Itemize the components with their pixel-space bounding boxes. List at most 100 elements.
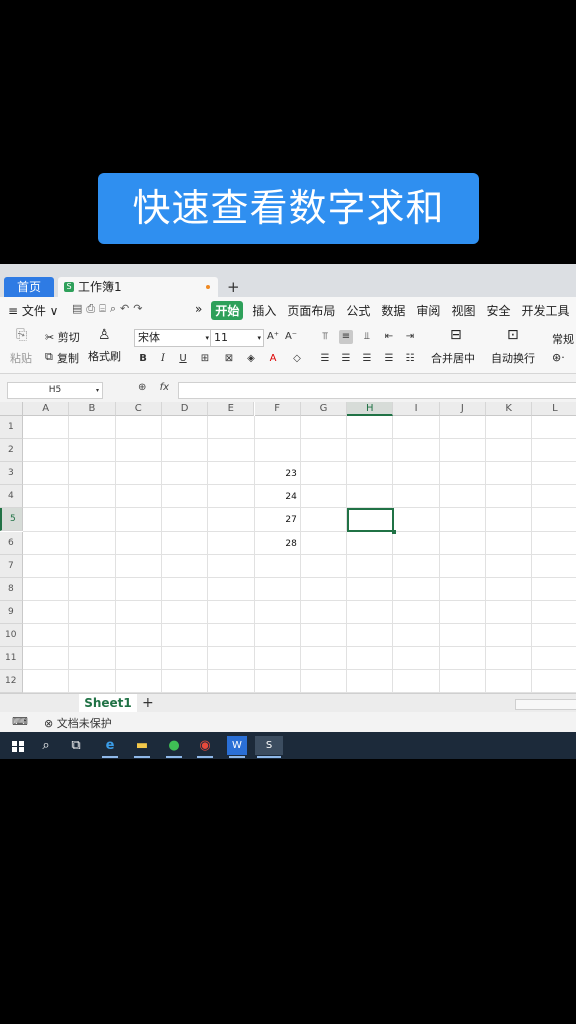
tab-data[interactable]: 数据 bbox=[379, 301, 407, 320]
cell-f4[interactable]: 24 bbox=[257, 492, 296, 502]
column-header-d[interactable]: D bbox=[161, 402, 209, 416]
column-header-j[interactable]: J bbox=[439, 402, 486, 416]
paste-icon[interactable]: ⎘ bbox=[16, 327, 27, 343]
border-icon[interactable]: ⊞ bbox=[198, 352, 212, 366]
currency-icon[interactable]: ⊛· bbox=[552, 351, 565, 364]
cell-f5[interactable]: 27 bbox=[257, 515, 296, 525]
spreadsheet-grid[interactable]: A B C D E F G H I J K L 1 2 3 4 5 6 7 8 9 10 11 12 23 24 27 28 bbox=[0, 402, 576, 694]
add-sheet-button[interactable]: + bbox=[142, 694, 154, 712]
protect-status[interactable]: ⊗ 文档未保护 bbox=[44, 715, 112, 731]
new-tab-button[interactable]: + bbox=[227, 277, 240, 297]
column-header-e[interactable]: E bbox=[208, 402, 255, 416]
align-top-icon[interactable]: ⫪ bbox=[318, 330, 332, 344]
font-name-select[interactable]: 宋体 ▾ bbox=[134, 329, 212, 347]
wrap-icon[interactable]: ⊡ bbox=[507, 327, 519, 343]
column-header-c[interactable]: C bbox=[115, 402, 162, 416]
wps-spreadsheet-icon[interactable]: S bbox=[255, 736, 283, 758]
more-menu-icon[interactable]: » bbox=[193, 301, 204, 320]
increase-font-icon[interactable]: A⁺ bbox=[266, 330, 280, 344]
edge-browser-icon[interactable]: e bbox=[100, 736, 120, 758]
fill-color-icon[interactable]: ⊠ bbox=[222, 352, 236, 366]
row-header-9[interactable]: 9 bbox=[0, 600, 23, 624]
wps-writer-icon[interactable]: W bbox=[227, 736, 247, 758]
row-header-1[interactable]: 1 bbox=[0, 416, 23, 440]
formula-input[interactable] bbox=[178, 382, 576, 399]
column-header-f[interactable]: F bbox=[254, 402, 301, 416]
cut-button[interactable]: ✂ 剪切 bbox=[45, 329, 80, 345]
row-header-8[interactable]: 8 bbox=[0, 577, 23, 601]
column-header-i[interactable]: I bbox=[393, 402, 440, 416]
bold-button[interactable]: B bbox=[136, 352, 150, 366]
italic-button[interactable]: I bbox=[156, 352, 170, 366]
indent-increase-icon[interactable]: ⇥ bbox=[403, 330, 417, 344]
wechat-icon[interactable]: ● bbox=[164, 736, 184, 758]
row-header-12[interactable]: 12 bbox=[0, 670, 23, 694]
column-header-a[interactable]: A bbox=[23, 402, 70, 416]
column-header-b[interactable]: B bbox=[69, 402, 116, 416]
align-center-icon[interactable]: ☰ bbox=[339, 352, 353, 366]
save-icon[interactable]: ▤ bbox=[72, 302, 86, 315]
font-color-icon[interactable]: A bbox=[266, 352, 280, 366]
redo-icon[interactable]: ↷ bbox=[133, 302, 146, 315]
column-header-g[interactable]: G bbox=[300, 402, 348, 416]
tab-home[interactable]: 首页 bbox=[4, 277, 54, 297]
format-painter-button[interactable]: 格式刷 bbox=[88, 348, 121, 364]
distributed-icon[interactable]: ☷ bbox=[403, 352, 417, 366]
tab-view[interactable]: 视图 bbox=[449, 301, 477, 320]
decrease-font-icon[interactable]: A⁻ bbox=[284, 330, 298, 344]
tab-page-layout[interactable]: 页面布局 bbox=[285, 301, 337, 320]
column-header-l[interactable]: L bbox=[532, 402, 576, 416]
search-icon[interactable]: ⌕ bbox=[36, 736, 56, 755]
tab-insert[interactable]: 插入 bbox=[250, 301, 278, 320]
row-header-3[interactable]: 3 bbox=[0, 462, 23, 486]
print-icon[interactable]: ⌸ bbox=[99, 302, 110, 315]
row-header-2[interactable]: 2 bbox=[0, 439, 23, 463]
align-bottom-icon[interactable]: ⫫ bbox=[360, 330, 374, 344]
selected-cell-outline[interactable] bbox=[347, 508, 397, 535]
row-header-10[interactable]: 10 bbox=[0, 623, 23, 647]
row-header-11[interactable]: 11 bbox=[0, 647, 23, 671]
wrap-text-button[interactable]: 自动换行 bbox=[491, 350, 535, 366]
row-header-5[interactable]: 5 bbox=[0, 508, 23, 532]
export-icon[interactable]: ⎙ bbox=[86, 302, 99, 315]
undo-icon[interactable]: ↶ bbox=[120, 302, 133, 315]
tab-formula[interactable]: 公式 bbox=[344, 301, 372, 320]
task-view-icon[interactable]: ⧉ bbox=[66, 736, 86, 755]
row-header-7[interactable]: 7 bbox=[0, 554, 23, 578]
underline-button[interactable]: U bbox=[176, 352, 190, 366]
clear-format-icon[interactable]: ◇ bbox=[290, 352, 304, 366]
font-size-select[interactable]: 11 ▾ bbox=[210, 329, 264, 347]
copy-icon[interactable]: ⧉ bbox=[45, 350, 53, 364]
cell-f6[interactable]: 28 bbox=[257, 539, 296, 549]
number-format-select[interactable]: 常规 bbox=[552, 331, 574, 347]
name-box[interactable]: H5 ▾ bbox=[7, 382, 103, 399]
align-right-icon[interactable]: ☰ bbox=[360, 352, 374, 366]
highlight-icon[interactable]: ◈ bbox=[244, 352, 258, 366]
column-header-h[interactable]: H bbox=[347, 402, 394, 416]
sheet-tab-sheet1[interactable]: Sheet1 bbox=[79, 694, 137, 713]
tab-developer[interactable]: 开发工具 bbox=[519, 301, 571, 320]
merge-center-button[interactable]: 合并居中 bbox=[431, 350, 475, 366]
fx-icon[interactable]: fx bbox=[160, 382, 169, 393]
zoom-icon[interactable]: ⊕ bbox=[138, 382, 146, 393]
cell-f3[interactable]: 23 bbox=[257, 469, 296, 479]
tab-workbook[interactable]: S 工作簿1 bbox=[58, 277, 218, 297]
column-header-k[interactable]: K bbox=[486, 402, 533, 416]
chrome-icon[interactable]: ◉ bbox=[195, 736, 215, 758]
tab-start[interactable]: 开始 bbox=[211, 301, 244, 320]
format-painter-icon[interactable]: ♙ bbox=[98, 327, 111, 343]
horizontal-scrollbar[interactable] bbox=[515, 699, 576, 710]
justify-icon[interactable]: ☰ bbox=[382, 352, 396, 366]
file-explorer-icon[interactable]: ▬ bbox=[132, 736, 152, 758]
tab-review[interactable]: 审阅 bbox=[414, 301, 442, 320]
select-all-corner[interactable] bbox=[0, 402, 23, 416]
merge-icon[interactable]: ⊟ bbox=[450, 327, 462, 343]
macro-icon[interactable]: ⌨ bbox=[12, 715, 28, 728]
preview-icon[interactable]: ⌕ bbox=[110, 302, 120, 315]
align-middle-icon[interactable]: ≡ bbox=[339, 330, 353, 344]
file-menu[interactable]: ≡ 文件 ∨ bbox=[8, 302, 58, 319]
align-left-icon[interactable]: ☰ bbox=[318, 352, 332, 366]
windows-start-icon[interactable] bbox=[8, 736, 28, 760]
copy-button[interactable]: 复制 bbox=[57, 350, 79, 366]
row-header-4[interactable]: 4 bbox=[0, 485, 23, 509]
